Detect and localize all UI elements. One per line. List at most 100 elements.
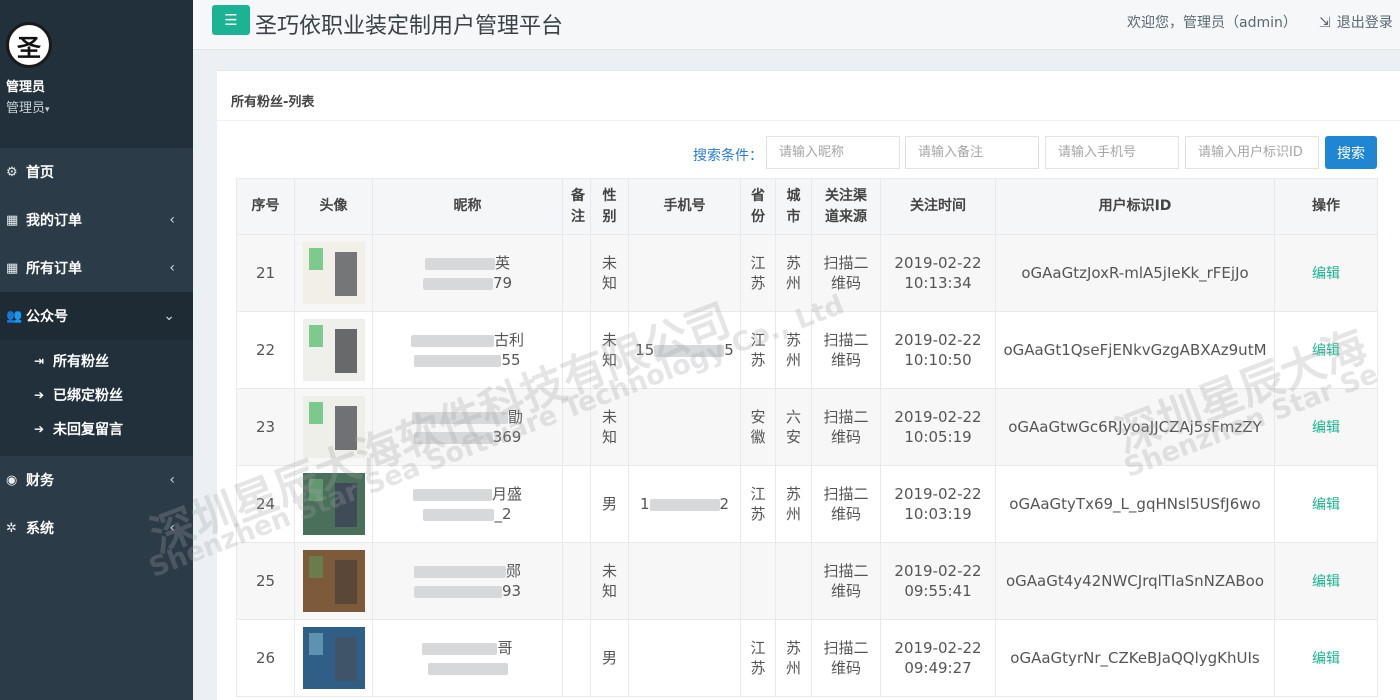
nickname-visible-part: 勖 [507,408,523,426]
phone-prefix: 15 [635,341,655,359]
phone-suffix: 5 [724,341,734,359]
sidebar-item-system[interactable]: ✲ 系统 ‹ [0,504,193,552]
panel-divider [217,120,1400,121]
cell-userid: oGAaGtyrNr_CZKeBJaQQlygKhUIs [995,619,1275,697]
sidebar-item-label: 首页 [26,165,54,181]
sidebar-item-finance[interactable]: ◉ 财务 ‹ [0,456,193,504]
fan-avatar-image[interactable] [302,319,365,381]
follow-time: 10:03:19 [904,505,972,523]
fans-table-body: 21 英 79 未知 江苏 苏州 扫描二维码 2019-02-22 10:13:34 oGAaGt… [236,234,1378,697]
fan-avatar-image[interactable] [302,473,365,535]
cell-avatar [294,388,373,466]
nickname-visible-part: 哥 [497,639,513,657]
phone-prefix: 1 [639,495,650,513]
cell-province: 江苏 [740,311,776,389]
edit-link[interactable]: 编辑 [1312,420,1340,436]
cell-avatar [294,311,373,389]
sidebar-subitem-unreplied[interactable]: ➔ 未回复留言 [0,412,193,446]
cell-nickname: 郧 93 [372,542,563,620]
follow-date: 2019-02-22 [894,562,982,580]
fan-avatar-image[interactable] [302,550,365,612]
fan-avatar-image[interactable] [302,627,365,689]
nickname-search-input[interactable] [766,136,900,169]
cell-channel: 扫描二维码 [811,388,881,466]
table-row: 25 郧 93 未知 扫描二维码 2019-02-22 09:55:41 oGAaGt4y42… [236,542,1378,620]
table-row: 21 英 79 未知 江苏 苏州 扫描二维码 2019-02-22 10:13:34 oGAaGt… [236,234,1378,312]
edit-link[interactable]: 编辑 [1312,651,1340,667]
sidebar-subitem-label: 已绑定粉丝 [53,388,123,404]
chevron-left-icon: ‹ [169,260,175,276]
fan-avatar-image[interactable] [302,242,365,304]
panel-title: 所有粉丝-列表 [231,95,315,110]
sidebar-subitem-all-fans[interactable]: ⇥ 所有粉丝 [0,344,193,378]
nickname-visible-part: 郧 [505,562,521,580]
follow-date: 2019-02-22 [894,331,982,349]
sidebar-subitem-bound-fans[interactable]: ➔ 已绑定粉丝 [0,378,193,412]
follow-time: 09:55:41 [904,582,972,600]
col-header-seq: 序号 [236,178,295,235]
phone-search-input[interactable] [1045,136,1179,169]
cell-channel: 扫描二维码 [811,465,881,543]
chevron-left-icon: ‹ [169,472,175,488]
nickname-visible-suffix: 369 [492,428,522,446]
arrow-right-icon: ➔ [34,422,45,436]
userid-search-input[interactable] [1185,136,1319,169]
col-header-nickname: 昵称 [372,178,563,235]
sidebar: 圣 管理员 管理员▾ ⚙ 首页 ▦ 我的订单 ‹ ▦ 所有订单 ‹ 👥 公众号 … [0,0,193,700]
app-title: 圣巧依职业装定制用户管理平台 [255,14,564,39]
sidebar-item-home[interactable]: ⚙ 首页 [0,148,193,196]
col-header-avatar: 头像 [294,178,373,235]
follow-time: 10:10:50 [904,351,972,369]
cell-remark [562,388,591,466]
cell-nickname: 古利 55 [372,311,563,389]
fan-avatar-image[interactable] [302,396,365,458]
caret-down-icon: ▾ [45,105,50,115]
logout-link[interactable]: ⇲ 退出登录 [1319,12,1393,32]
grid-icon: ▦ [6,212,19,228]
sign-out-icon: ⇲ [1319,15,1331,31]
sidebar-item-all-orders[interactable]: ▦ 所有订单 ‹ [0,244,193,292]
follow-date: 2019-02-22 [894,639,982,657]
cell-time: 2019-02-22 10:03:19 [880,465,996,543]
cell-gender: 未知 [590,311,629,389]
chevron-down-icon: ⌄ [163,308,175,324]
nickname-visible-suffix: 79 [492,274,513,292]
edit-link[interactable]: 编辑 [1312,266,1340,282]
avatar[interactable]: 圣 [6,22,52,68]
search-button[interactable]: 搜索 [1325,136,1377,169]
cell-gender: 男 [590,465,629,543]
top-header: ☰ 圣巧依职业装定制用户管理平台 欢迎您，管理员（admin） ⇲ 退出登录 [193,0,1400,50]
remark-search-input[interactable] [905,136,1039,169]
cell-city: 苏州 [775,465,812,543]
edit-link[interactable]: 编辑 [1312,497,1340,513]
sidebar-item-label: 财务 [26,473,54,489]
edit-link[interactable]: 编辑 [1312,574,1340,590]
cell-city: 苏州 [775,619,812,697]
profile-role-label: 管理员 [6,101,46,116]
sidebar-item-my-orders[interactable]: ▦ 我的订单 ‹ [0,196,193,244]
menu-toggle-button[interactable]: ☰ [212,5,250,35]
cell-channel: 扫描二维码 [811,619,881,697]
cell-action: 编辑 [1274,388,1378,466]
col-header-action: 操作 [1274,178,1378,235]
cell-gender: 未知 [590,388,629,466]
cell-phone [628,619,741,697]
sidebar-item-label: 我的订单 [26,213,82,229]
sidebar-item-official-account[interactable]: 👥 公众号 ⌄ [0,292,193,340]
col-header-phone: 手机号 [628,178,741,235]
cell-province: 江苏 [740,619,776,697]
follow-date: 2019-02-22 [894,254,982,272]
col-header-city: 城市 [775,178,812,235]
sidebar-item-label: 公众号 [26,309,68,325]
sidebar-subitem-label: 所有粉丝 [53,354,109,370]
cell-phone [628,388,741,466]
cell-time: 2019-02-22 10:05:19 [880,388,996,466]
logout-label: 退出登录 [1336,15,1393,31]
cell-action: 编辑 [1274,542,1378,620]
edit-link[interactable]: 编辑 [1312,343,1340,359]
cell-city: 六安 [775,388,812,466]
cell-seq: 25 [236,542,295,620]
profile-role-dropdown[interactable]: 管理员▾ [6,97,193,116]
cell-phone: 15 5 [628,311,741,389]
table-row: 22 古利 55 未知 15 5 江苏 苏州 扫描二维码 2019-02-22 10:10:50 oG… [236,311,1378,389]
